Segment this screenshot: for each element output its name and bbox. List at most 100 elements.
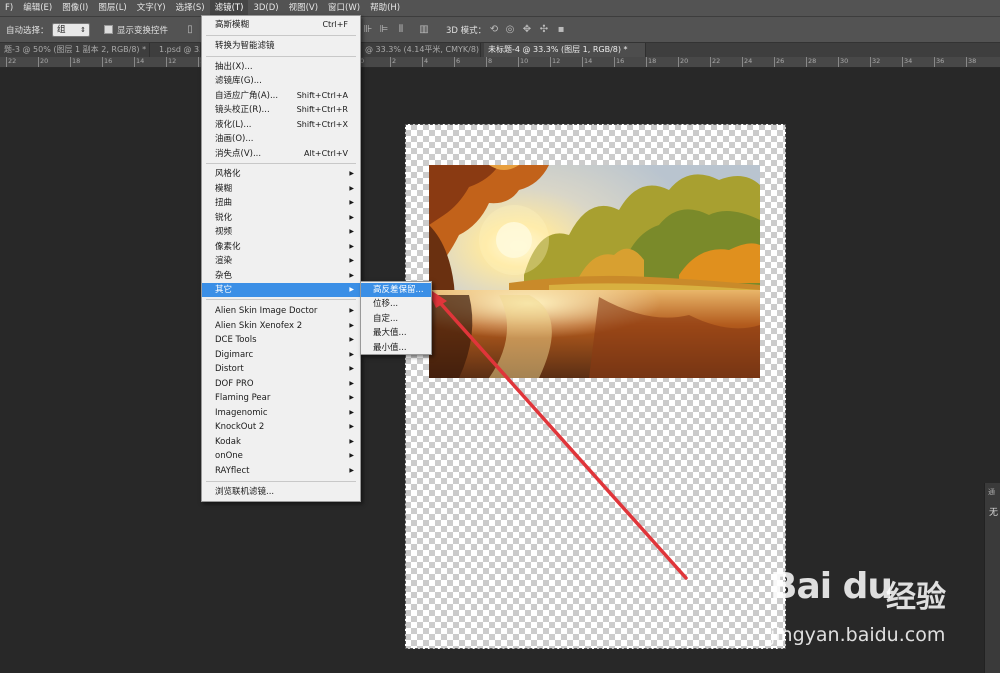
panel-tab[interactable]: 通 (988, 487, 995, 497)
submenu-arrow-icon: ▶ (349, 228, 354, 235)
menu-item-plugin[interactable]: onOne ▶ (202, 449, 360, 463)
menu-item-extract[interactable]: 抽出(X)... (202, 60, 360, 74)
red-arrow-annotation (426, 287, 688, 580)
submenu-item-maximum[interactable]: 最大值... (361, 326, 431, 340)
menu-item-label: 消失点(V)... (215, 149, 262, 159)
menu-item-shortcut: Alt+Ctrl+V (304, 149, 348, 158)
menu-item-pixelate[interactable]: 像素化 ▶ (202, 240, 360, 254)
menu-item-sharpen[interactable]: 锐化 ▶ (202, 211, 360, 225)
submenu-item-minimum[interactable]: 最小值... (361, 341, 431, 355)
menu-item-label: 模糊 (215, 184, 233, 194)
submenu-arrow-icon: ▶ (349, 272, 354, 279)
menu-item-blur[interactable]: 模糊 ▶ (202, 182, 360, 196)
menu-item-label: 高斯模糊 (215, 20, 250, 30)
menu-item-video[interactable]: 视频 ▶ (202, 225, 360, 239)
menu-item-distort[interactable]: 扭曲 ▶ (202, 196, 360, 210)
menu-item-label: Digimarc (215, 350, 254, 360)
menu-item-label: 杂色 (215, 271, 233, 281)
menu-item-label: Imagenomic (215, 408, 268, 418)
channels-panel: 通 无 (984, 483, 1000, 673)
menu-item-stylize[interactable]: 风格化 ▶ (202, 167, 360, 181)
menu-item-label: 视频 (215, 227, 233, 237)
menu-separator (206, 56, 356, 57)
submenu-arrow-icon: ▶ (349, 322, 354, 329)
menu-item-shortcut: Shift+Ctrl+A (296, 91, 348, 100)
menu-item-render[interactable]: 渲染 ▶ (202, 254, 360, 268)
menu-item-plugin[interactable]: Alien Skin Xenofex 2 ▶ (202, 319, 360, 333)
submenu-arrow-icon: ▶ (349, 286, 354, 293)
submenu-arrow-icon: ▶ (349, 199, 354, 206)
menu-item-label: 自适应广角(A)... (215, 91, 279, 101)
menu-item-label: 其它 (215, 285, 233, 295)
menu-item-label: 风格化 (215, 169, 241, 179)
submenu-arrow-icon: ▶ (349, 423, 354, 430)
menu-item-liquify[interactable]: 液化(L)... Shift+Ctrl+X (202, 118, 360, 132)
menu-item-shortcut: Shift+Ctrl+R (296, 105, 348, 114)
menu-item-label: 渲染 (215, 256, 233, 266)
submenu-arrow-icon: ▶ (349, 409, 354, 416)
menu-item-label: 镜头校正(R)... (215, 105, 270, 115)
menu-item-lens-correction[interactable]: 镜头校正(R)... Shift+Ctrl+R (202, 103, 360, 117)
submenu-arrow-icon: ▶ (349, 365, 354, 372)
menu-item-plugin[interactable]: Distort ▶ (202, 362, 360, 376)
menu-item-noise[interactable]: 杂色 ▶ (202, 269, 360, 283)
menu-item-label: 油画(O)... (215, 134, 254, 144)
menu-item-oil-paint[interactable]: 油画(O)... (202, 132, 360, 146)
submenu-arrow-icon: ▶ (349, 214, 354, 221)
menu-item-label: 锐化 (215, 213, 233, 223)
menu-item-label: DOF PRO (215, 379, 254, 389)
menu-separator (206, 163, 356, 164)
filter-menu-dropdown: 高斯模糊 Ctrl+F 转换为智能滤镜 抽出(X)... 滤镜库(G)... 自… (201, 15, 361, 502)
menu-item-adaptive-wide-angle[interactable]: 自适应广角(A)... Shift+Ctrl+A (202, 89, 360, 103)
submenu-arrow-icon: ▶ (349, 185, 354, 192)
submenu-arrow-icon: ▶ (349, 336, 354, 343)
menu-item-plugin[interactable]: Digimarc ▶ (202, 348, 360, 362)
menu-item-label: Distort (215, 364, 244, 374)
submenu-item-custom[interactable]: 自定... (361, 312, 431, 326)
menu-item-plugin[interactable]: Kodak ▶ (202, 435, 360, 449)
menu-item-label: RAYflect (215, 466, 250, 476)
submenu-arrow-icon: ▶ (349, 452, 354, 459)
menu-item-plugin[interactable]: DOF PRO ▶ (202, 377, 360, 391)
other-submenu: 高反差保留... 位移... 自定... 最大值... 最小值... (360, 281, 432, 355)
menu-item-label: 抽出(X)... (215, 62, 253, 72)
submenu-arrow-icon: ▶ (349, 380, 354, 387)
arrow-line (432, 294, 688, 580)
menu-item-label: 液化(L)... (215, 120, 252, 130)
submenu-arrow-icon: ▶ (349, 467, 354, 474)
menu-item-plugin[interactable]: Flaming Pear ▶ (202, 391, 360, 405)
panel-value: 无 (989, 508, 999, 518)
menu-item-label: 转换为智能滤镜 (215, 41, 275, 51)
menu-item-browse-online-filters[interactable]: 浏览联机滤镜... (202, 485, 360, 499)
menu-item-plugin[interactable]: DCE Tools ▶ (202, 333, 360, 347)
menu-item-label: DCE Tools (215, 335, 257, 345)
menu-separator (206, 299, 356, 300)
menu-item-label: Flaming Pear (215, 393, 271, 403)
menu-item-label: Kodak (215, 437, 241, 447)
menu-item-label: 像素化 (215, 242, 241, 252)
submenu-arrow-icon: ▶ (349, 394, 354, 401)
menu-item-label: 滤镜库(G)... (215, 76, 262, 86)
menu-item-label: Alien Skin Image Doctor (215, 306, 318, 316)
menu-item-plugin[interactable]: Alien Skin Image Doctor ▶ (202, 304, 360, 318)
submenu-arrow-icon: ▶ (349, 257, 354, 264)
menu-item-label: onOne (215, 451, 243, 461)
submenu-arrow-icon: ▶ (349, 307, 354, 314)
menu-item-plugin[interactable]: Imagenomic ▶ (202, 406, 360, 420)
menu-item-gaussian-blur[interactable]: 高斯模糊 Ctrl+F (202, 18, 360, 32)
submenu-arrow-icon: ▶ (349, 243, 354, 250)
menu-item-other[interactable]: 其它 ▶ (202, 283, 360, 297)
submenu-item-high-pass[interactable]: 高反差保留... (361, 283, 431, 297)
menu-item-label: 浏览联机滤镜... (215, 487, 275, 497)
menu-item-label: Alien Skin Xenofex 2 (215, 321, 303, 331)
menu-item-vanishing-point[interactable]: 消失点(V)... Alt+Ctrl+V (202, 147, 360, 161)
menu-item-filter-gallery[interactable]: 滤镜库(G)... (202, 74, 360, 88)
submenu-item-offset[interactable]: 位移... (361, 297, 431, 311)
menu-item-shortcut: Shift+Ctrl+X (296, 120, 348, 129)
menu-item-convert-smart-filter[interactable]: 转换为智能滤镜 (202, 39, 360, 53)
menu-separator (206, 481, 356, 482)
menu-item-plugin[interactable]: RAYflect ▶ (202, 464, 360, 478)
menu-item-plugin[interactable]: KnockOut 2 ▶ (202, 420, 360, 434)
menu-item-shortcut: Ctrl+F (322, 20, 348, 29)
submenu-arrow-icon: ▶ (349, 170, 354, 177)
